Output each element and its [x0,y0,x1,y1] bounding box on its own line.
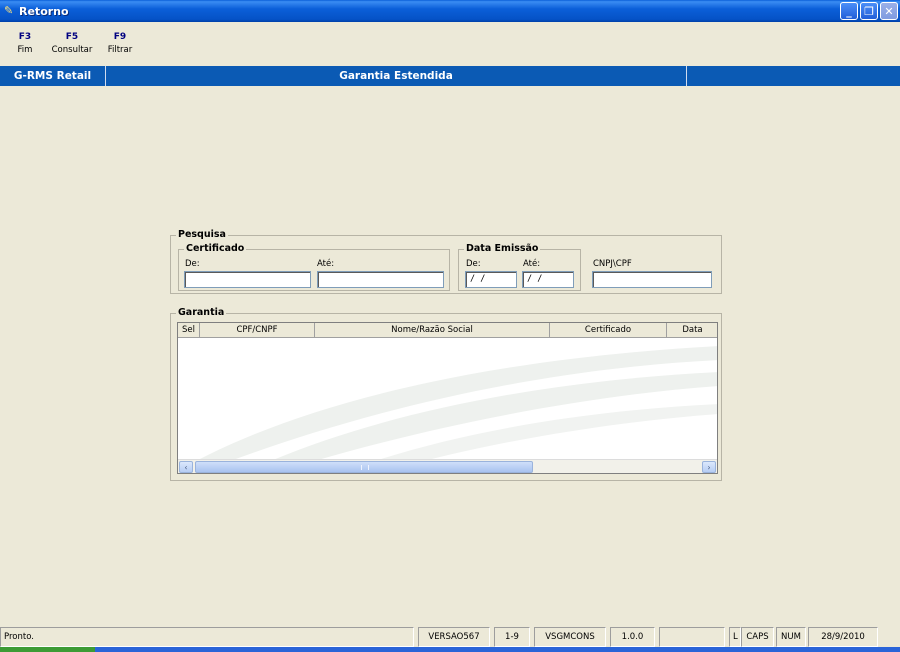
status-blank [659,627,725,647]
certificado-to-label: Até: [317,259,335,269]
window-controls: _ ❐ ✕ [840,2,898,20]
certificado-title: Certificado [184,243,247,255]
minimize-button[interactable]: _ [840,2,858,20]
horizontal-scrollbar[interactable]: ‹ › [178,459,717,473]
col-data[interactable]: Data [667,323,717,338]
certificado-from-label: De: [185,259,200,269]
status-date: 28/9/2010 [808,627,878,647]
toolbar: F3 Fim F5 Consultar F9 Filtrar [0,22,900,66]
scroll-thumb[interactable] [195,461,533,473]
garantia-grid[interactable]: Sel CPF/CNPF Nome/Razão Social Certifica… [177,322,718,474]
col-nome[interactable]: Nome/Razão Social [315,323,550,338]
col-cpf-cnpf[interactable]: CPF/CNPF [200,323,315,338]
taskbar-strip [0,647,900,652]
data-emissao-from-label: De: [466,259,481,269]
fim-label: Fim [17,45,33,55]
cnpj-cpf-label: CNPJ\CPF [593,259,632,269]
scroll-left-button[interactable]: ‹ [179,461,193,473]
col-certificado[interactable]: Certificado [550,323,667,338]
header-band: G-RMS Retail Garantia Estendida [0,66,900,86]
window-title: Retorno [19,4,69,18]
scroll-right-button[interactable]: › [702,461,716,473]
data-emissao-to-input[interactable]: / / [522,271,574,288]
app-name: G-RMS Retail [0,66,106,86]
col-sel[interactable]: Sel [178,323,200,338]
filtrar-button[interactable]: F9 Filtrar [104,32,136,55]
status-message: Pronto. [0,627,414,647]
consultar-key: F5 [65,32,79,42]
filtrar-label: Filtrar [107,45,133,55]
status-range: 1-9 [494,627,530,647]
status-caps: CAPS [741,627,774,647]
garantia-title: Garantia [176,307,227,319]
status-program: VSGMCONS [534,627,606,647]
status-num: NUM [776,627,806,647]
screen-title: Garantia Estendida [106,66,687,86]
certificado-to-input[interactable] [317,271,444,288]
scroll-grip [361,465,369,470]
cnpj-cpf-input[interactable] [592,271,712,288]
app-icon: ✎ [4,4,14,17]
watermark-swoosh [198,346,717,460]
restore-button[interactable]: ❐ [860,2,878,20]
status-build: 1.0.0 [610,627,655,647]
certificado-from-input[interactable] [184,271,311,288]
consultar-label: Consultar [51,45,93,55]
fim-button[interactable]: F3 Fim [14,32,36,55]
close-button[interactable]: ✕ [880,2,898,20]
data-emissao-title: Data Emissão [464,243,541,255]
data-emissao-from-input[interactable]: / / [465,271,517,288]
status-l: L [729,627,741,647]
filtrar-key: F9 [113,32,127,42]
title-bar[interactable]: ✎ Retorno _ ❐ ✕ [0,0,900,22]
search-group-title: Pesquisa [176,229,228,241]
fim-key: F3 [18,32,32,42]
status-bar: Pronto. VERSAO567 1-9 VSGMCONS 1.0.0 L C… [0,627,900,647]
data-emissao-to-label: Até: [523,259,541,269]
consultar-button[interactable]: F5 Consultar [50,32,94,55]
grid-header: Sel CPF/CNPF Nome/Razão Social Certifica… [178,323,717,338]
status-version: VERSAO567 [418,627,490,647]
